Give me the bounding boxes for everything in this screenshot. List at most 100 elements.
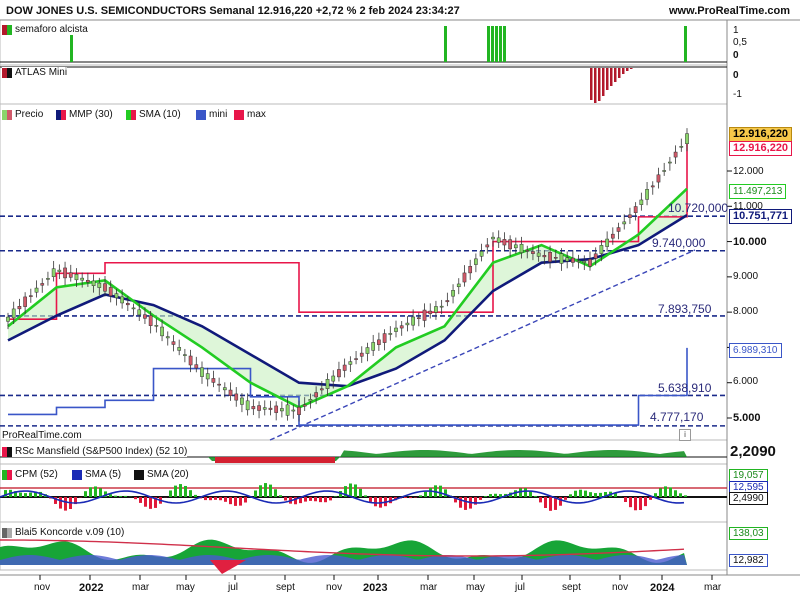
candle-body: [679, 146, 684, 148]
mini-price-box: 6.989,310: [729, 343, 782, 358]
semaforo-bar: [487, 26, 490, 62]
legend-mini[interactable]: mini: [196, 109, 227, 120]
cpm-bar: [244, 497, 247, 503]
cpm-bar: [124, 495, 127, 497]
xaxis-label: mar: [704, 582, 722, 593]
cpm-bar: [414, 497, 417, 498]
semaforo-bar: [503, 26, 506, 62]
candle-body: [325, 379, 330, 389]
mansfield-value: 2,2090: [730, 443, 776, 460]
semaforo-bar: [684, 26, 687, 62]
atlas-bar: [614, 68, 617, 82]
candle-body: [120, 296, 124, 304]
cpm-bar: [664, 486, 667, 497]
legend-sma5[interactable]: SMA (5): [72, 469, 121, 480]
mmp-swatch-icon: [56, 109, 66, 120]
semaforo-tick: 1: [733, 25, 739, 36]
legend-precio[interactable]: Precio: [2, 109, 43, 120]
atlas-bar: [606, 68, 609, 90]
legend-max[interactable]: max: [234, 109, 266, 120]
candle-body: [348, 361, 353, 365]
candle-body: [251, 406, 256, 410]
candle-body: [662, 170, 667, 172]
candle-body: [80, 277, 85, 281]
atlas-bar: [610, 68, 613, 86]
candle-body: [125, 303, 130, 306]
semaforo-bar: [491, 26, 494, 62]
cpm-bar: [584, 490, 587, 497]
cpm-bar: [99, 488, 102, 497]
cpm-bar: [569, 494, 572, 497]
cpm-bar: [309, 497, 312, 501]
candle-body: [314, 392, 318, 398]
cpm-bar: [544, 497, 547, 508]
xaxis-label: 2024: [650, 582, 675, 594]
price-tick: 5.000: [733, 412, 761, 424]
cpm-bar: [229, 497, 232, 505]
candle-body: [685, 133, 689, 144]
candle-body: [668, 161, 672, 164]
mansfield-negative-area: [215, 457, 335, 463]
candle-body: [428, 310, 433, 314]
legend-mini-label: mini: [209, 109, 228, 120]
candle-body: [496, 237, 501, 243]
site-url[interactable]: www.ProRealTime.com: [669, 5, 790, 17]
candle-body: [245, 400, 250, 411]
candle-body: [388, 333, 393, 335]
koncorde-panel-label[interactable]: Blai5 Koncorde v.09 (10): [2, 527, 125, 538]
candle-body: [582, 260, 587, 263]
cpm-bar: [404, 497, 407, 499]
candle-body: [11, 308, 16, 319]
cpm-bar: [444, 489, 447, 497]
cpm-bar: [114, 495, 117, 497]
candle-body: [331, 375, 336, 382]
cpm-bar: [179, 484, 182, 497]
cpm-bar: [639, 497, 642, 510]
cpm-bar: [579, 489, 582, 497]
semaforo-bar: [495, 26, 498, 62]
candle-body: [291, 409, 296, 412]
mansfield-panel-label[interactable]: RSc Mansfield (S&P500 Index) (52 10): [2, 446, 188, 457]
atlas-bar: [598, 68, 601, 101]
candle-body: [645, 189, 649, 200]
price-tick: 9.000: [733, 271, 759, 282]
cpm-bar: [64, 497, 67, 511]
candle-body: [593, 253, 598, 259]
legend-cpm[interactable]: CPM (52): [2, 469, 58, 480]
candle-body: [445, 300, 450, 303]
cpm-bar: [624, 497, 627, 503]
candle-body: [57, 269, 62, 272]
candle-body: [491, 236, 495, 240]
cpm-bar: [364, 495, 367, 497]
candle-body: [34, 287, 39, 293]
cpm-bar: [94, 486, 97, 497]
legend-sma10[interactable]: SMA (10): [126, 109, 181, 120]
cpm-bar: [324, 497, 327, 503]
cpm-bar: [359, 488, 362, 497]
cpm-bar: [374, 497, 377, 507]
candle-body: [154, 325, 159, 327]
candle-body: [616, 227, 621, 232]
info-icon[interactable]: i: [679, 429, 691, 441]
legend-sma20[interactable]: SMA (20): [134, 469, 189, 480]
legend-mmp[interactable]: MMP (30): [56, 109, 113, 120]
cpm-bar: [149, 497, 152, 509]
candle-body: [228, 389, 233, 396]
cpm-bar: [559, 497, 562, 506]
sma20-swatch-icon: [134, 469, 144, 480]
xaxis-label: 2022: [79, 582, 104, 594]
atlas-bar: [626, 68, 629, 71]
candle-body: [525, 250, 530, 252]
candle-body: [354, 358, 358, 360]
semaforo-panel-label[interactable]: semaforo alcista: [2, 24, 88, 35]
candle-body: [137, 309, 142, 316]
candle-body: [91, 280, 96, 286]
cpm-bar: [369, 497, 372, 502]
cpm-bar: [194, 494, 197, 497]
cpm-bar: [644, 497, 647, 507]
candle-body: [114, 293, 119, 299]
cpm-bar: [89, 487, 92, 497]
candle-body: [394, 327, 398, 332]
xaxis-label: mar: [132, 582, 150, 593]
atlas-panel-label[interactable]: ATLAS Mini: [2, 67, 68, 78]
